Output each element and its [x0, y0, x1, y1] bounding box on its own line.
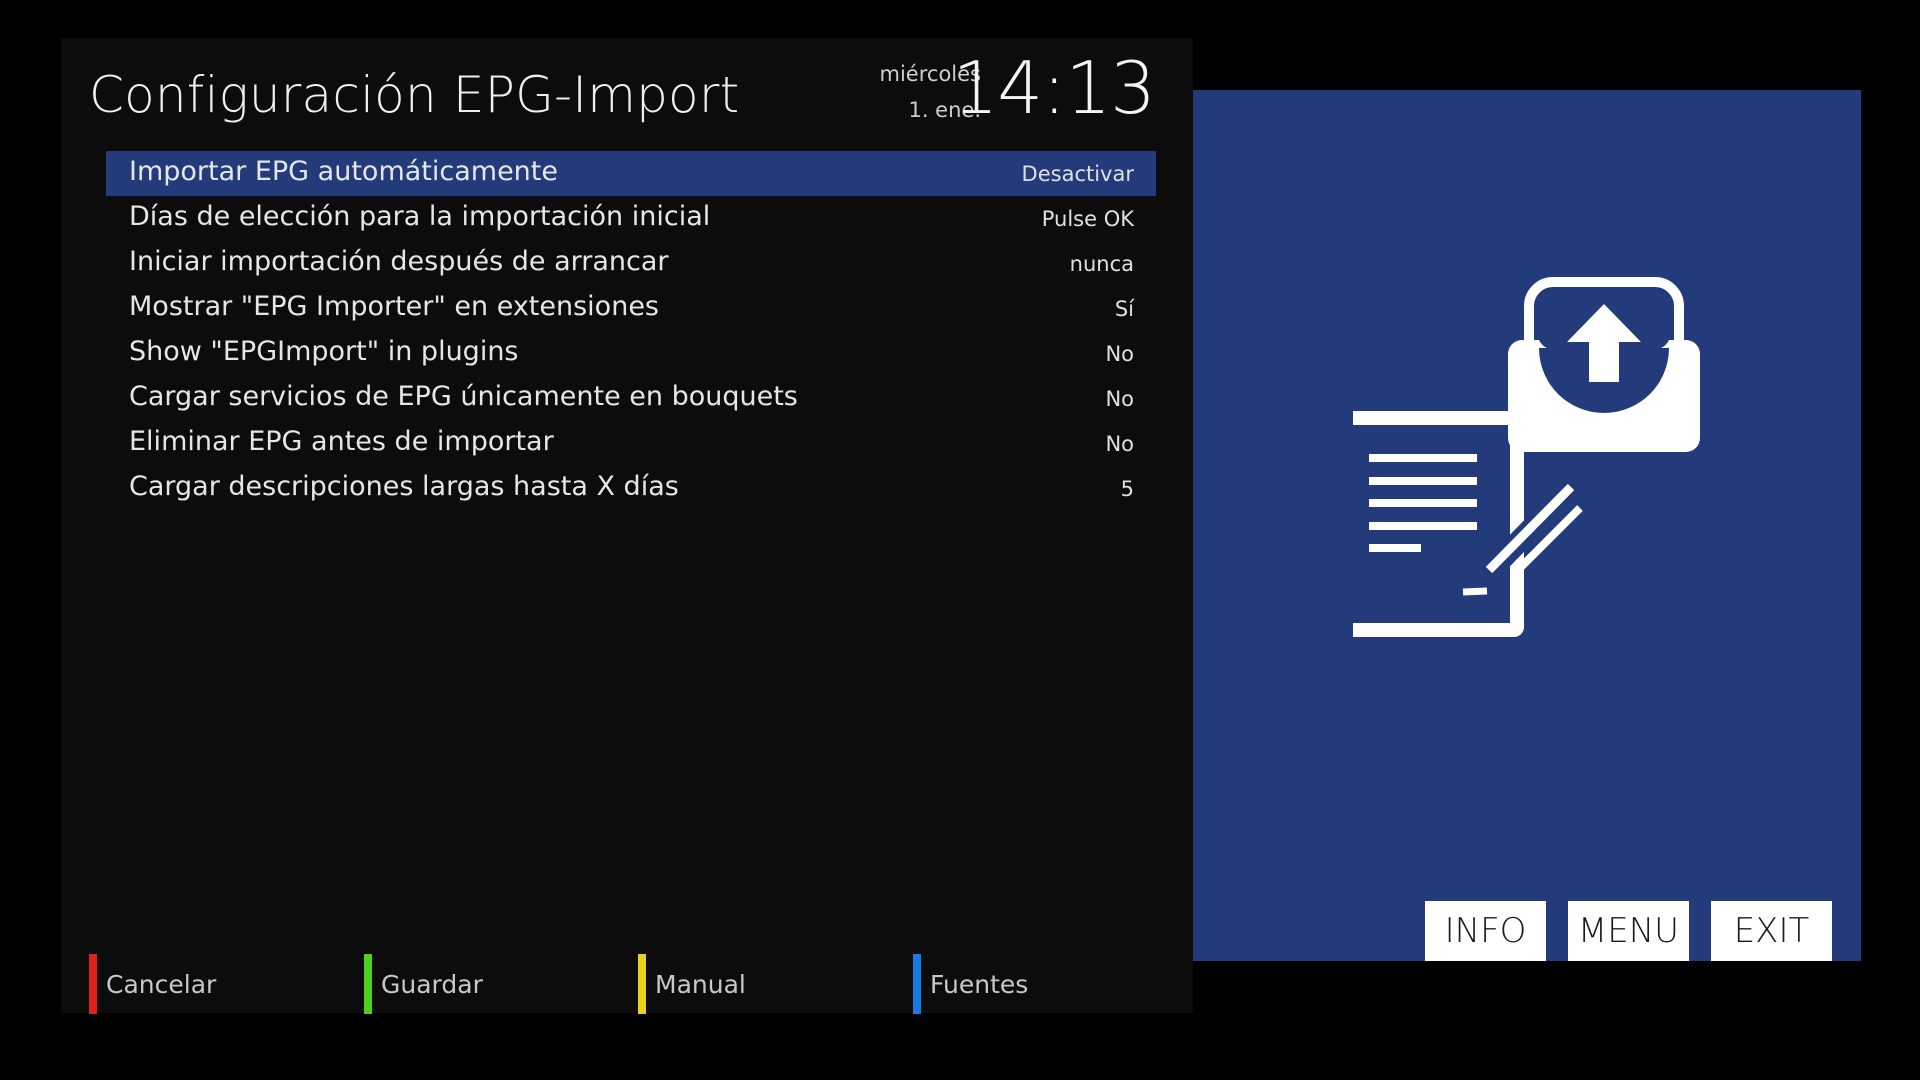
- settings-list: Importar EPG automáticamente Desactivar …: [106, 151, 1156, 511]
- setting-value: No: [1105, 387, 1134, 411]
- setting-row-initial-days[interactable]: Días de elección para la importación ini…: [106, 196, 1156, 241]
- setting-row-show-in-plugins[interactable]: Show "EPGImport" in plugins No: [106, 331, 1156, 376]
- info-button[interactable]: INFO: [1425, 901, 1546, 961]
- red-key-label: Cancelar: [106, 970, 217, 999]
- setting-label: Mostrar "EPG Importer" en extensiones: [129, 291, 659, 322]
- red-key-marker: [89, 954, 97, 1014]
- exit-button[interactable]: EXIT: [1711, 901, 1832, 961]
- epg-import-plugin-icon: [1353, 277, 1700, 637]
- menu-button[interactable]: MENU: [1568, 901, 1689, 961]
- setting-label: Cargar servicios de EPG únicamente en bo…: [129, 381, 798, 412]
- setting-value: 5: [1120, 477, 1134, 501]
- setting-row-bouquets-only[interactable]: Cargar servicios de EPG únicamente en bo…: [106, 376, 1156, 421]
- setting-row-show-in-extensions[interactable]: Mostrar "EPG Importer" en extensiones Sí: [106, 286, 1156, 331]
- page-title: Configuración EPG-Import: [89, 66, 740, 124]
- clock: 14:13: [952, 46, 1156, 130]
- yellow-key-marker: [638, 954, 646, 1014]
- setting-value: Pulse OK: [1041, 207, 1134, 231]
- setting-row-long-descriptions-days[interactable]: Cargar descripciones largas hasta X días…: [106, 466, 1156, 511]
- setting-label: Iniciar importación después de arrancar: [129, 246, 669, 277]
- setting-value: Desactivar: [1021, 162, 1134, 186]
- setting-value: No: [1105, 342, 1134, 366]
- setting-label: Días de elección para la importación ini…: [129, 201, 711, 232]
- setting-value: No: [1105, 432, 1134, 456]
- green-key-marker: [364, 954, 372, 1014]
- setting-label: Eliminar EPG antes de importar: [129, 426, 554, 457]
- setting-row-clear-before-import[interactable]: Eliminar EPG antes de importar No: [106, 421, 1156, 466]
- setting-row-auto-import[interactable]: Importar EPG automáticamente Desactivar: [106, 151, 1156, 196]
- setting-value: nunca: [1069, 252, 1134, 276]
- setting-row-import-after-boot[interactable]: Iniciar importación después de arrancar …: [106, 241, 1156, 286]
- green-key-label: Guardar: [381, 970, 483, 999]
- tv-screen: Configuración EPG-Import miércoles 1. en…: [0, 0, 1920, 1080]
- setting-value: Sí: [1114, 297, 1134, 321]
- setting-label: Cargar descripciones largas hasta X días: [129, 471, 679, 502]
- color-key-bar: Cancelar Guardar Manual Fuentes: [89, 954, 1189, 1014]
- yellow-key-label: Manual: [655, 970, 746, 999]
- settings-panel: Configuración EPG-Import miércoles 1. en…: [61, 38, 1193, 1014]
- preview-panel: INFO MENU EXIT: [1193, 90, 1861, 961]
- blue-key-marker: [913, 954, 921, 1014]
- blue-key-label: Fuentes: [930, 970, 1029, 999]
- setting-label: Importar EPG automáticamente: [129, 156, 558, 187]
- setting-label: Show "EPGImport" in plugins: [129, 336, 519, 367]
